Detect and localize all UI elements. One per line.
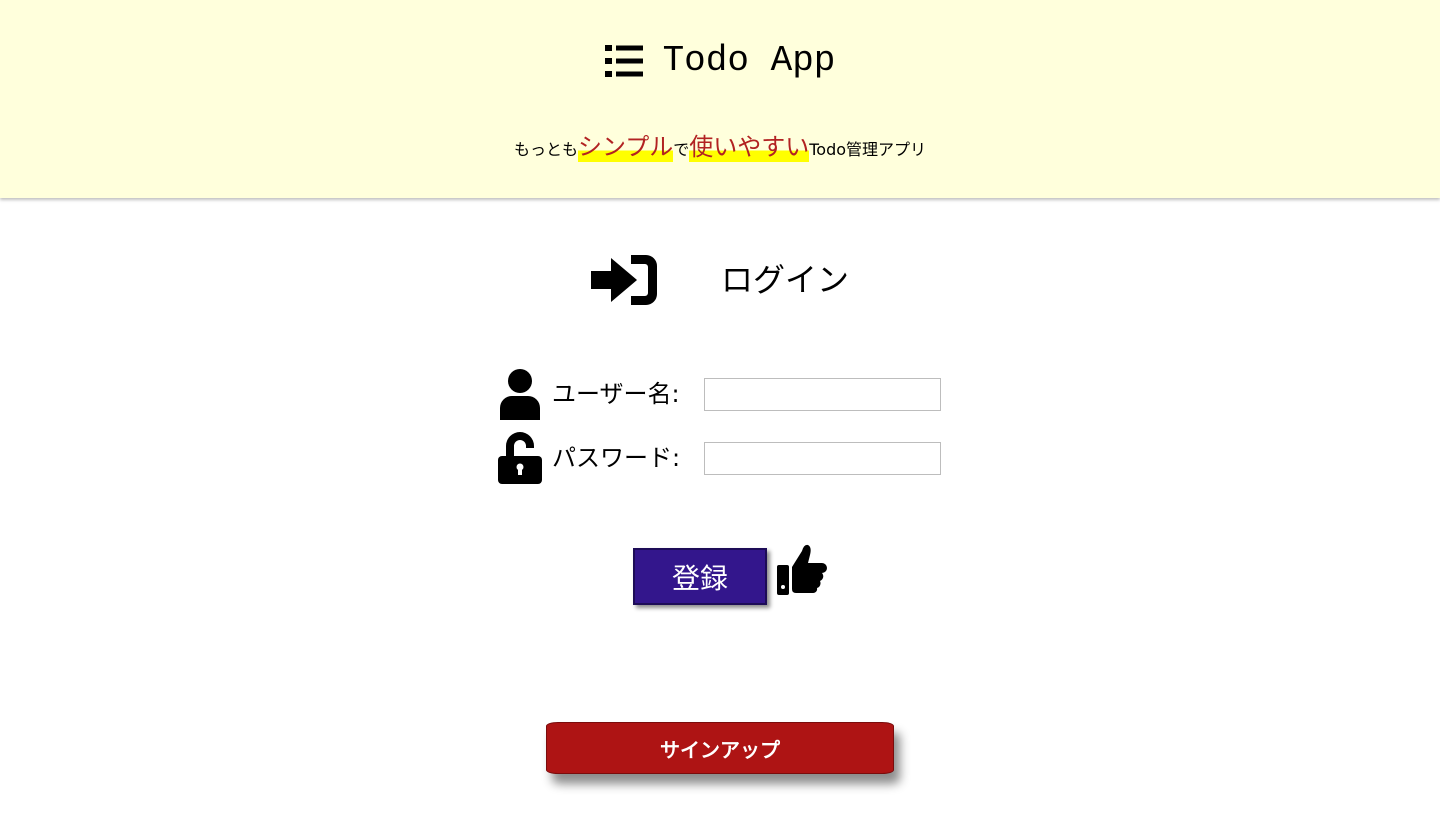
app-header: Todo App もっとも シンプルで使いやすい Todo管理アプリ bbox=[0, 0, 1440, 198]
register-button[interactable]: 登録 bbox=[633, 548, 767, 605]
password-row: パスワード: bbox=[498, 432, 958, 484]
password-label: パスワード: bbox=[552, 444, 681, 472]
username-label: ユーザー名: bbox=[552, 380, 680, 408]
username-row: ユーザー名: bbox=[498, 368, 958, 420]
tagline: もっとも シンプルで使いやすい Todo管理アプリ bbox=[0, 122, 1440, 162]
thumbs-up-icon bbox=[777, 544, 827, 595]
tagline-text: もっとも bbox=[513, 140, 578, 159]
list-icon bbox=[604, 45, 643, 77]
login-title: ログイン bbox=[720, 261, 849, 299]
signup-button[interactable]: サインアップ bbox=[546, 722, 894, 774]
login-heading: ログイン bbox=[0, 252, 1440, 308]
user-icon bbox=[500, 369, 540, 420]
sign-in-icon bbox=[590, 255, 657, 305]
tagline-highlight-easy: 使いやすい bbox=[689, 132, 810, 162]
username-input[interactable] bbox=[704, 377, 941, 411]
tagline-highlight-simple: シンプル bbox=[577, 132, 674, 162]
app-title: Todo App bbox=[662, 40, 836, 81]
unlock-icon bbox=[498, 432, 542, 484]
tagline-text: Todo管理アプリ bbox=[809, 140, 927, 159]
password-input[interactable] bbox=[704, 441, 941, 475]
tagline-text: で bbox=[673, 140, 690, 159]
brand: Todo App bbox=[0, 38, 1440, 84]
